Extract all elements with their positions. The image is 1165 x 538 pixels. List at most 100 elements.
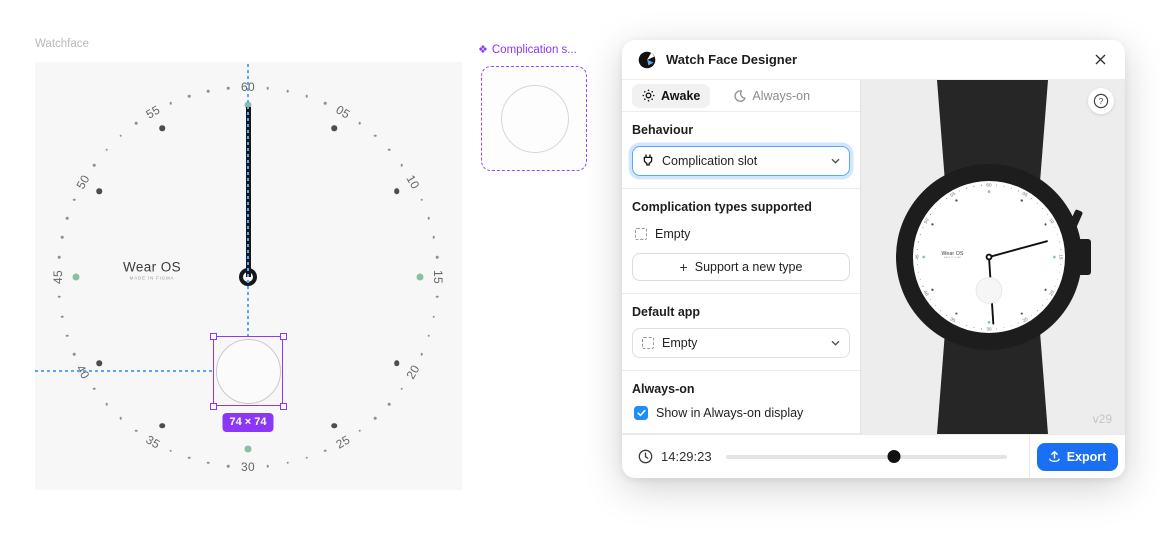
selection-handle[interactable]: [280, 403, 287, 410]
watchface-frame[interactable]: 051015202530354045505560Wear OSMADE IN F…: [35, 62, 462, 490]
minute-dot: [1054, 286, 1055, 287]
default-app-dropdown[interactable]: Empty: [632, 328, 850, 358]
minute-dot: [1037, 310, 1038, 311]
minute-dot: [388, 149, 391, 152]
minute-dot: [1060, 249, 1061, 250]
dial-number: 20: [403, 362, 422, 381]
dial-number: 10: [403, 172, 422, 191]
selection-box[interactable]: [213, 336, 283, 406]
brand-text: Wear OSMADE IN FIGMA: [123, 260, 181, 281]
moon-icon: [734, 90, 746, 102]
minute-dot: [1042, 208, 1043, 209]
complication-component[interactable]: [481, 66, 587, 171]
close-icon[interactable]: [1092, 51, 1109, 68]
type-item-label: Empty: [655, 227, 690, 241]
component-label[interactable]: ❖ Complication s...: [478, 43, 577, 56]
support-new-type-button[interactable]: + Support a new type: [632, 253, 850, 281]
clock-icon: [638, 449, 653, 464]
mode-tabs: Awake Always-on: [622, 80, 860, 112]
minute-dot: [920, 279, 921, 280]
minute-dot: [66, 334, 69, 337]
minute-dot: [267, 87, 270, 90]
chevron-down-icon: [831, 340, 840, 346]
minute-dot: [966, 188, 967, 189]
selection-handle[interactable]: [210, 403, 217, 410]
dial-number: 45: [51, 270, 65, 284]
frame-label[interactable]: Watchface: [35, 38, 89, 50]
minute-dot: [1060, 264, 1061, 265]
minute-dot: [436, 296, 439, 299]
minute-dot: [58, 256, 61, 259]
slider-track[interactable]: [726, 455, 1007, 459]
tab-always-on-label: Always-on: [752, 89, 810, 103]
minute-dot: [1037, 203, 1038, 204]
time-display: 14:29:23: [661, 449, 712, 464]
minute-dot: [388, 403, 391, 406]
minute-dot: [917, 249, 918, 250]
tab-awake[interactable]: Awake: [632, 84, 710, 108]
behaviour-dropdown[interactable]: Complication slot: [632, 146, 850, 176]
minute-dot: [188, 95, 191, 98]
dial-number: 35: [143, 432, 162, 451]
dial-number: 25: [333, 432, 352, 451]
time-slider[interactable]: [726, 450, 1007, 464]
selection-handle[interactable]: [210, 333, 217, 340]
minute-dot: [935, 208, 936, 209]
minute-dot: [918, 241, 919, 242]
accent-dot: [73, 274, 80, 281]
always-on-checkbox[interactable]: [634, 406, 648, 420]
vertical-guide: [247, 64, 249, 337]
panel-footer: 14:29:23 Export: [622, 434, 1125, 478]
selection-handle[interactable]: [280, 333, 287, 340]
horizontal-guide: [35, 370, 213, 372]
minute-dot: [374, 135, 377, 138]
major-dot: [1045, 289, 1047, 291]
dial-number: 40: [74, 362, 93, 381]
sun-icon: [642, 89, 655, 102]
minute-dot: [935, 305, 936, 306]
minute-dot: [120, 135, 123, 138]
minute-dot: [93, 387, 96, 390]
minute-dot: [286, 90, 289, 93]
major-dot: [931, 223, 933, 225]
empty-dashed-icon: [635, 228, 647, 240]
default-app-value: Empty: [662, 336, 823, 350]
panel-header: Watch Face Designer: [622, 40, 1125, 80]
preview-hand-pivot: [986, 254, 993, 261]
minute-dot: [1059, 241, 1060, 242]
minute-dot: [305, 456, 308, 459]
major-dot: [96, 188, 102, 194]
major-dot: [159, 423, 165, 429]
minute-dot: [305, 95, 308, 98]
dial-number: 30: [241, 460, 255, 474]
major-dot: [955, 313, 957, 315]
major-dot: [331, 125, 337, 131]
type-item-empty[interactable]: Empty: [632, 223, 850, 243]
help-button[interactable]: ?: [1088, 88, 1114, 114]
dial-number: 10: [1048, 217, 1055, 224]
minute-dot: [433, 315, 436, 318]
always-on-section: Always-on Show in Always-on display: [622, 371, 860, 434]
export-button[interactable]: Export: [1037, 443, 1119, 471]
minute-dot: [1031, 198, 1032, 199]
minute-dot: [358, 429, 361, 432]
dial-number: 50: [923, 217, 930, 224]
slider-thumb[interactable]: [888, 450, 901, 463]
minute-dot: [324, 102, 327, 105]
always-on-label: Always-on: [632, 382, 850, 396]
minute-dot: [959, 322, 960, 323]
dial-number: 55: [949, 191, 956, 198]
default-app-section: Default app Empty: [622, 294, 860, 371]
component-diamond-icon: ❖: [478, 43, 488, 56]
minute-dot: [400, 387, 403, 390]
minute-dot: [996, 328, 997, 329]
dial-number: 55: [143, 103, 162, 122]
complication-slot-shape[interactable]: [216, 339, 281, 404]
minute-dot: [169, 449, 172, 452]
dial-number: 05: [1021, 191, 1028, 198]
tab-always-on[interactable]: Always-on: [724, 84, 820, 108]
minute-dot: [227, 465, 230, 468]
major-dot: [931, 289, 933, 291]
watch-face-designer-panel: Watch Face Designer: [622, 40, 1125, 478]
app-logo-icon: [638, 51, 656, 69]
